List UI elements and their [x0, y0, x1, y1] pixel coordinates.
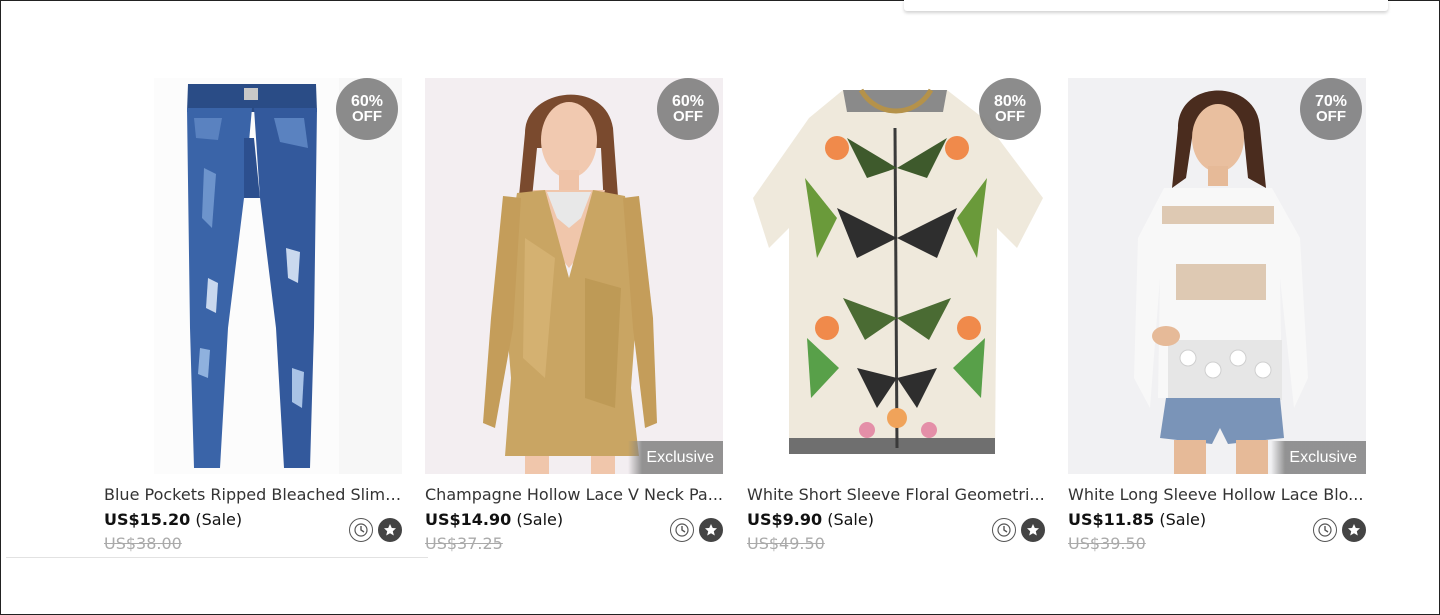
product-title[interactable]: Blue Pockets Ripped Bleached Slim ...: [104, 485, 402, 504]
sale-price: US$11.85: [1068, 510, 1155, 529]
product-image-dress[interactable]: 60% OFF Exclusive: [425, 78, 723, 474]
original-price: US$37.25: [425, 534, 503, 553]
star-icon[interactable]: [1021, 518, 1045, 542]
exclusive-tag: Exclusive: [628, 441, 723, 474]
product-title[interactable]: White Short Sleeve Floral Geometri...: [747, 485, 1045, 504]
card-actions: [349, 518, 402, 542]
discount-percent: 60%: [671, 93, 705, 110]
sale-label: (Sale): [1159, 510, 1207, 529]
discount-badge: 60% OFF: [657, 78, 719, 140]
sale-label: (Sale): [827, 510, 874, 529]
price-row: US$14.90 (Sale): [425, 510, 563, 529]
clock-icon[interactable]: [670, 518, 694, 542]
sale-price: US$9.90: [747, 510, 823, 529]
dropdown-panel-edge: [904, 0, 1388, 11]
discount-percent: 80%: [993, 93, 1027, 110]
product-card: 70% OFF Exclusive White Long Sleeve Holl…: [1068, 78, 1366, 558]
clock-icon[interactable]: [1313, 518, 1337, 542]
product-title[interactable]: Champagne Hollow Lace V Neck Pa...: [425, 485, 723, 504]
divider-line: [6, 557, 428, 558]
discount-badge: 60% OFF: [336, 78, 398, 140]
sale-price: US$14.90: [425, 510, 512, 529]
card-actions: [992, 518, 1045, 542]
product-image-floral-tee[interactable]: 80% OFF: [747, 78, 1045, 474]
star-icon[interactable]: [1342, 518, 1366, 542]
product-card: 80% OFF White Short Sleeve Floral Geomet…: [747, 78, 1045, 558]
discount-off-label: OFF: [995, 108, 1025, 125]
sale-price: US$15.20: [104, 510, 191, 529]
card-actions: [670, 518, 723, 542]
product-title[interactable]: White Long Sleeve Hollow Lace Blo...: [1068, 485, 1366, 504]
price-row: US$9.90 (Sale): [747, 510, 874, 529]
exclusive-tag: Exclusive: [1271, 441, 1366, 474]
discount-badge: 70% OFF: [1300, 78, 1362, 140]
card-actions: [1313, 518, 1366, 542]
product-card: 60% OFF Exclusive Champagne Hollow Lace …: [425, 78, 723, 558]
price-row: US$11.85 (Sale): [1068, 510, 1206, 529]
discount-percent: 70%: [1314, 93, 1348, 110]
discount-off-label: OFF: [1316, 108, 1346, 125]
discount-off-label: OFF: [352, 108, 382, 125]
sale-label: (Sale): [195, 510, 243, 529]
product-grid: 60% OFF Blue Pockets Ripped Bleached Sli…: [104, 78, 1366, 558]
sale-label: (Sale): [516, 510, 564, 529]
price-row: US$15.20 (Sale): [104, 510, 242, 529]
product-image-lace-blouse[interactable]: 70% OFF Exclusive: [1068, 78, 1366, 474]
clock-icon[interactable]: [992, 518, 1016, 542]
original-price: US$49.50: [747, 534, 825, 553]
discount-off-label: OFF: [673, 108, 703, 125]
discount-percent: 60%: [350, 93, 384, 110]
clock-icon[interactable]: [349, 518, 373, 542]
discount-badge: 80% OFF: [979, 78, 1041, 140]
product-card: 60% OFF Blue Pockets Ripped Bleached Sli…: [104, 78, 402, 558]
star-icon[interactable]: [378, 518, 402, 542]
original-price: US$39.50: [1068, 534, 1146, 553]
product-image-jeans[interactable]: 60% OFF: [104, 78, 402, 474]
original-price: US$38.00: [104, 534, 182, 553]
star-icon[interactable]: [699, 518, 723, 542]
